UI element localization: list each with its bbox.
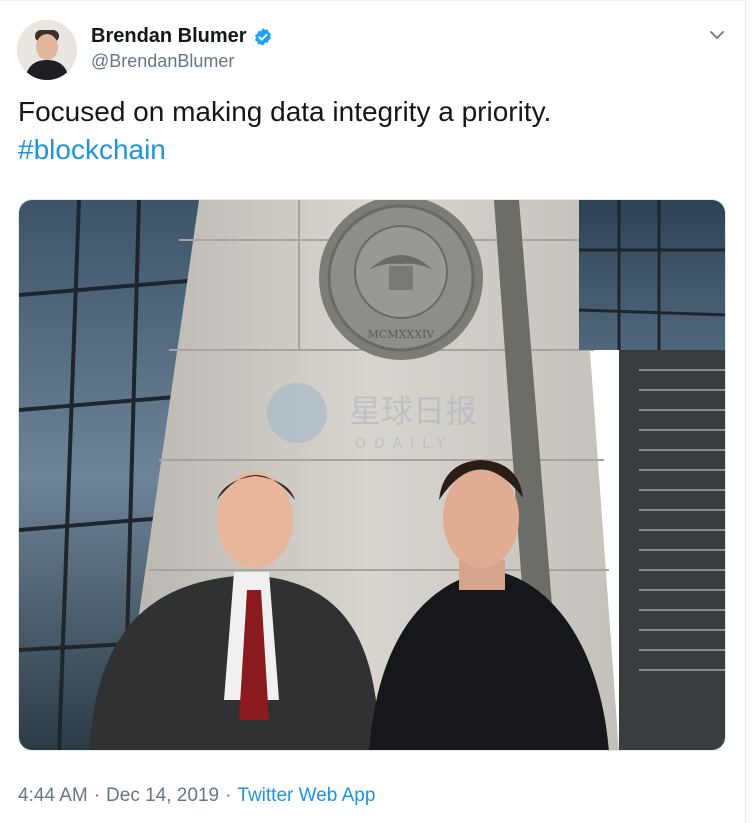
meta-separator: · (93, 785, 101, 806)
seal-text: MCMXXXIV (368, 328, 436, 341)
author-handle[interactable]: @BrendanBlumer (91, 51, 234, 72)
author-name-row[interactable]: Brendan Blumer (91, 25, 273, 48)
hashtag-link[interactable]: #blockchain (18, 131, 718, 169)
author-name[interactable]: Brendan Blumer (91, 25, 247, 48)
tweet-time[interactable]: 4:44 AM (18, 785, 88, 807)
avatar-image (17, 20, 77, 80)
avatar[interactable] (17, 20, 77, 80)
watermark-cn: 星球日报 (349, 392, 477, 430)
tweet-card: Brendan Blumer @BrendanBlumer Focused on… (0, 0, 746, 823)
meta-separator-2: · (225, 785, 232, 806)
watermark-en: ODAILY (355, 436, 453, 452)
tweet-date[interactable]: Dec 14, 2019 (106, 785, 219, 807)
tweet-body: Focused on making data integrity a prior… (18, 96, 552, 127)
verified-badge-icon (254, 27, 271, 46)
tweet-text: Focused on making data integrity a prior… (18, 93, 718, 169)
tweet-photo[interactable]: MCMXXXIV 星球日报 ODAILY (18, 199, 726, 751)
tweet-meta: 4:44 AM · Dec 14, 2019 · Twitter Web App (18, 785, 375, 807)
tweet-source-link[interactable]: Twitter Web App (237, 785, 375, 807)
chevron-down-icon[interactable] (707, 25, 727, 45)
photo-image: MCMXXXIV 星球日报 ODAILY (19, 200, 725, 750)
